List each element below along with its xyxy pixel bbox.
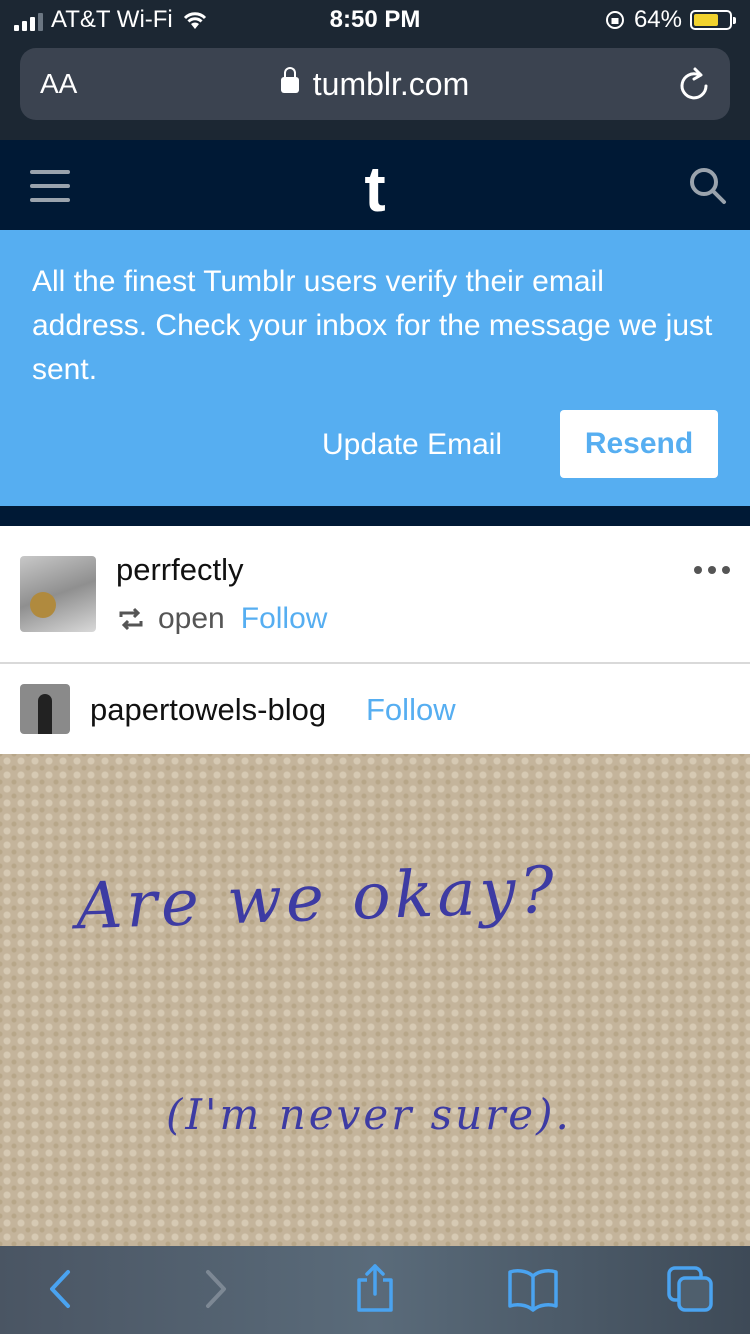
image-handwritten-text-1: Are we okay? — [74, 853, 560, 945]
rotation-lock-icon — [605, 11, 624, 29]
banner-message: All the finest Tumblr users verify their… — [32, 265, 713, 386]
reblog-icon — [119, 607, 143, 631]
follow-button[interactable]: Follow — [241, 602, 328, 636]
post-header: perrfectly open Follow — [0, 526, 750, 662]
status-bar: AT&T Wi-Fi 8:50 PM 64% — [0, 0, 750, 40]
update-email-link[interactable]: Update Email — [322, 428, 502, 462]
avatar[interactable] — [20, 556, 96, 632]
reload-icon[interactable] — [678, 66, 712, 102]
image-handwritten-text-2: (I'm never sure). — [166, 1090, 572, 1139]
post-image[interactable]: Are we okay? (I'm never sure). — [0, 754, 750, 1246]
browser-toolbar: AA tumblr.com — [0, 40, 750, 140]
battery-icon — [690, 10, 736, 30]
forward-icon[interactable] — [196, 1266, 236, 1312]
tumblr-logo[interactable]: t — [0, 152, 750, 226]
verify-email-banner: All the finest Tumblr users verify their… — [0, 230, 750, 506]
section-divider — [0, 506, 750, 526]
bookmarks-icon[interactable] — [506, 1266, 560, 1312]
browser-bottom-toolbar — [0, 1246, 750, 1334]
url-display[interactable]: tumblr.com — [20, 66, 730, 103]
share-icon[interactable] — [352, 1262, 398, 1314]
source-follow-button[interactable]: Follow — [366, 692, 456, 728]
reblog-source-label[interactable]: open — [158, 602, 225, 636]
source-avatar[interactable] — [20, 684, 70, 734]
resend-button[interactable]: Resend — [560, 410, 718, 478]
source-blog-name[interactable]: papertowels-blog — [90, 692, 326, 728]
battery-percent: 64% — [633, 6, 682, 33]
tabs-icon[interactable] — [664, 1264, 716, 1314]
lock-icon — [280, 66, 299, 93]
reblog-row: open Follow — [116, 602, 327, 636]
post-username[interactable]: perrfectly — [116, 552, 243, 588]
more-options-icon[interactable] — [694, 566, 730, 574]
address-bar[interactable]: AA tumblr.com — [20, 48, 730, 120]
search-icon[interactable] — [688, 166, 728, 206]
tumblr-header: t — [0, 140, 750, 230]
domain-label: tumblr.com — [312, 66, 470, 102]
reblog-source-row: papertowels-blog Follow — [0, 664, 750, 754]
status-right: 64% — [604, 6, 736, 34]
back-icon[interactable] — [40, 1266, 80, 1312]
